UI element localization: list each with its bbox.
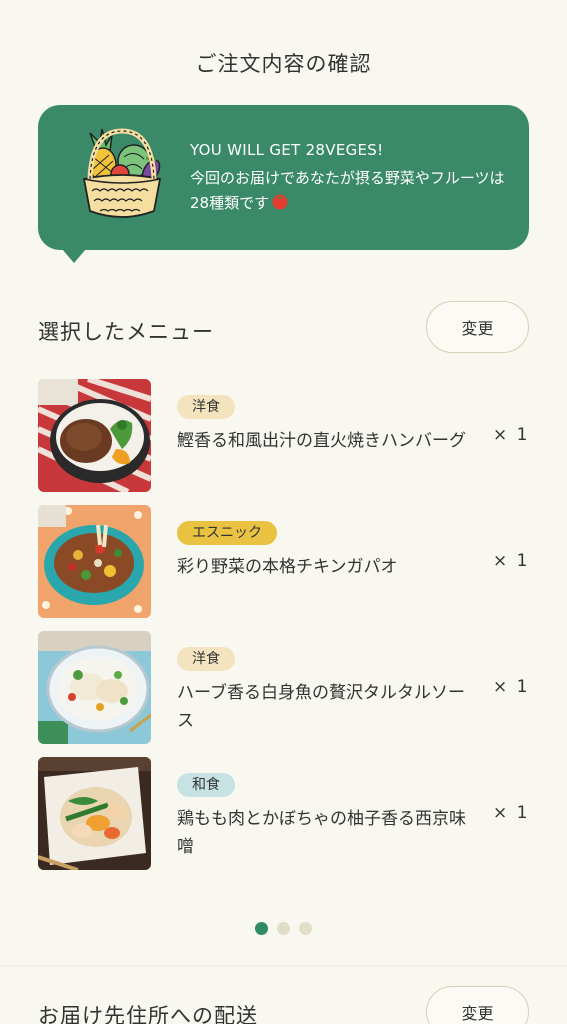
dish-name: ハーブ香る白身魚の贅沢タルタルソース — [177, 683, 465, 731]
pagination-dot[interactable] — [277, 922, 290, 935]
veges-banner: YOU WILL GET 28VEGES! 今回のお届けであなたが摂る野菜やフル… — [38, 105, 529, 250]
category-tag: 洋食 — [177, 647, 235, 671]
category-tag: エスニック — [177, 521, 277, 545]
dish-photo — [38, 505, 151, 618]
menu-section-title: 選択したメニュー — [38, 320, 214, 344]
dish-quantity: × 1 — [493, 677, 530, 697]
dish-photo — [38, 631, 151, 744]
pagination-dot[interactable] — [299, 922, 312, 935]
delivery-section-title: お届け先住所への配送 — [38, 1004, 258, 1024]
dish-photo — [38, 379, 151, 492]
dish-name: 鰹香る和風出汁の直火焼きハンバーグ — [177, 431, 466, 451]
menu-item[interactable]: エスニック 彩り野菜の本格チキンガパオ × 1 — [0, 505, 567, 619]
dish-photo — [38, 757, 151, 870]
menu-item[interactable]: 洋食 ハーブ香る白身魚の贅沢タルタルソース × 1 — [0, 631, 567, 745]
dish-quantity: × 1 — [493, 425, 530, 445]
category-tag: 和食 — [177, 773, 235, 797]
dish-quantity: × 1 — [493, 803, 530, 823]
menu-change-button[interactable]: 変更 — [426, 301, 529, 353]
menu-item[interactable]: 洋食 鰹香る和風出汁の直火焼きハンバーグ × 1 — [0, 379, 567, 493]
pagination-dot[interactable] — [255, 922, 268, 935]
banner-tail — [62, 249, 86, 263]
banner-headline: YOU WILL GET 28VEGES! — [190, 141, 384, 159]
tomato-icon — [272, 194, 288, 210]
section-divider — [0, 965, 567, 966]
dish-quantity: × 1 — [493, 551, 530, 571]
delivery-change-button[interactable]: 変更 — [426, 986, 529, 1024]
page-title: ご注文内容の確認 — [195, 52, 372, 76]
pagination-dots — [255, 922, 312, 935]
dish-name: 鶏もも肉とかぼちゃの柚子香る西京味噌 — [177, 809, 466, 857]
dish-name: 彩り野菜の本格チキンガパオ — [177, 557, 398, 577]
menu-item[interactable]: 和食 鶏もも肉とかぼちゃの柚子香る西京味噌 × 1 — [0, 757, 567, 871]
banner-message: 今回のお届けであなたが摂る野菜やフルーツは28種類です — [190, 169, 505, 212]
vegetable-basket-icon — [82, 128, 162, 218]
category-tag: 洋食 — [177, 395, 235, 419]
